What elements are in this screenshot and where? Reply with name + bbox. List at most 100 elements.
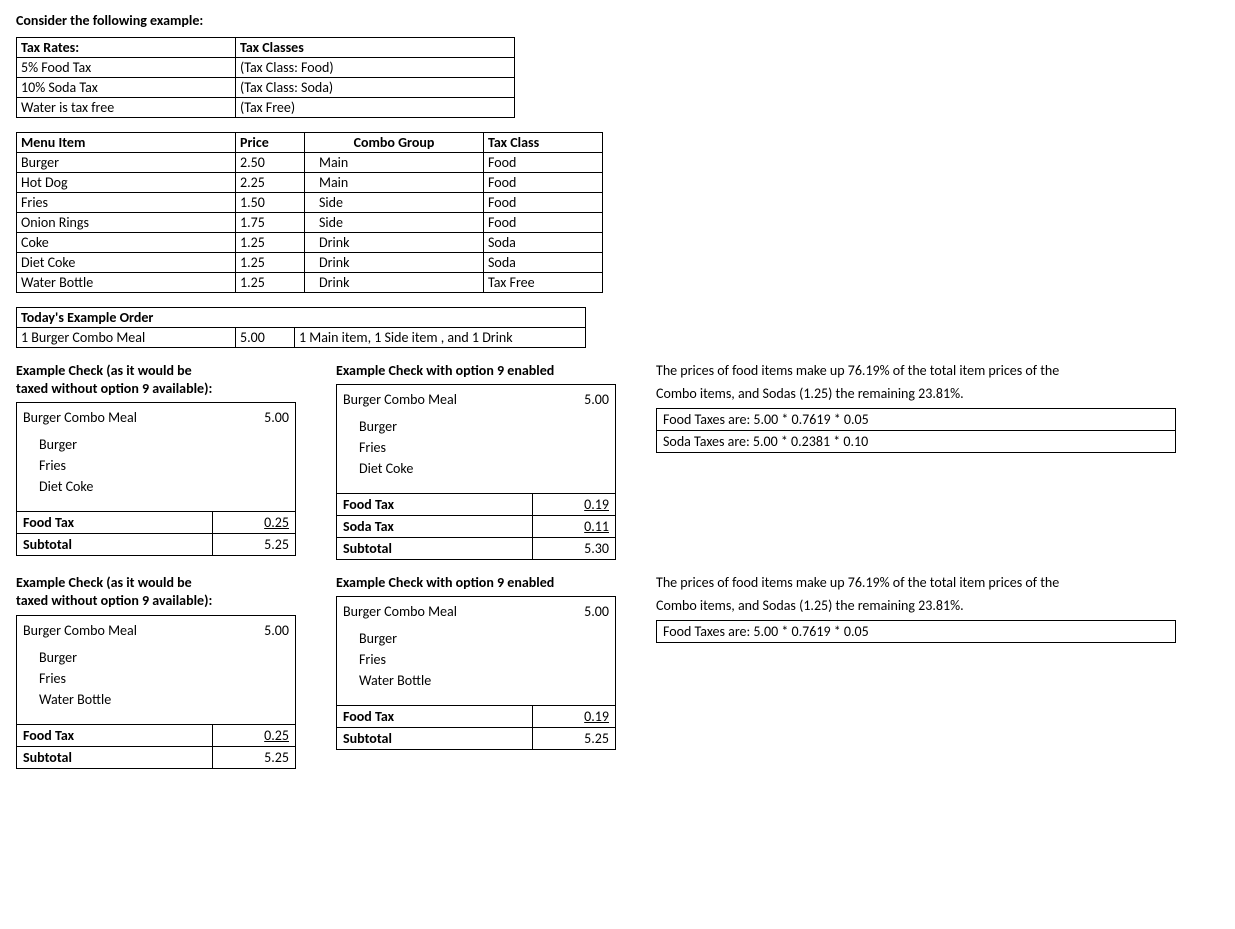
- order-price: 5.00: [236, 328, 295, 348]
- check-block: Example Check with option 9 enabled Burge…: [336, 362, 616, 560]
- tax-rates-table: Tax Rates: Tax Classes 5% Food Tax(Tax C…: [16, 37, 515, 118]
- check-total-row: Subtotal5.25: [17, 534, 296, 556]
- cell-menu-item: Onion Rings: [17, 213, 236, 233]
- cell-combo: Main: [305, 173, 484, 193]
- table-row: Diet Coke1.25DrinkSoda: [17, 253, 603, 273]
- cell-taxclass: Soda: [484, 253, 603, 273]
- table-row: Fries1.50SideFood: [17, 193, 603, 213]
- notes-line: Combo items, and Sodas (1.25) the remain…: [656, 597, 1176, 616]
- order-title: Today's Example Order: [17, 308, 586, 328]
- check-total-amount: 0.25: [213, 512, 296, 534]
- check-subitem: Water Bottle: [23, 689, 289, 710]
- check-item-price: 5.00: [264, 407, 289, 428]
- cell-price: 1.25: [236, 253, 305, 273]
- check-total-label: Soda Tax: [337, 516, 533, 538]
- cell-menu-item: Water Bottle: [17, 273, 236, 293]
- formula-table: Food Taxes are: 5.00 * 0.7619 * 0.05: [656, 620, 1176, 643]
- check-title: Example Check with option 9 enabled: [336, 574, 616, 592]
- check-total-label: Subtotal: [17, 534, 213, 556]
- menu-table: Menu Item Price Combo Group Tax Class Bu…: [16, 132, 603, 293]
- cell-combo: Drink: [305, 273, 484, 293]
- check-table: Burger Combo Meal5.00BurgerFriesDiet Cok…: [336, 384, 616, 560]
- check-total-amount: 5.30: [533, 538, 616, 560]
- check-subitem: Diet Coke: [23, 476, 289, 497]
- check-subitem: Fries: [343, 649, 609, 670]
- cell-tax-class: (Tax Class: Soda): [236, 78, 515, 98]
- check-item-name: Burger Combo Meal: [23, 407, 137, 428]
- check-title: Example Check with option 9 enabled: [336, 362, 616, 380]
- th-tax-class: Tax Class: [484, 133, 603, 153]
- cell-combo: Drink: [305, 253, 484, 273]
- check-subitem: Burger: [23, 434, 289, 455]
- cell-taxclass: Soda: [484, 233, 603, 253]
- th-tax-classes: Tax Classes: [236, 38, 515, 58]
- check-total-label: Subtotal: [17, 746, 213, 768]
- notes-line: The prices of food items make up 76.19% …: [656, 574, 1176, 593]
- cell-taxclass: Food: [484, 193, 603, 213]
- cell-tax-rate: 5% Food Tax: [17, 58, 236, 78]
- check-total-label: Food Tax: [337, 494, 533, 516]
- formula-table: Food Taxes are: 5.00 * 0.7619 * 0.05Soda…: [656, 408, 1176, 453]
- cell-combo: Drink: [305, 233, 484, 253]
- formula-cell: Food Taxes are: 5.00 * 0.7619 * 0.05: [657, 620, 1176, 642]
- cell-taxclass: Food: [484, 213, 603, 233]
- check-total-row: Food Tax0.19: [337, 494, 616, 516]
- th-tax-rates: Tax Rates:: [17, 38, 236, 58]
- check-total-amount: 5.25: [213, 746, 296, 768]
- th-price: Price: [236, 133, 305, 153]
- cell-menu-item: Hot Dog: [17, 173, 236, 193]
- notes-line: Combo items, and Sodas (1.25) the remain…: [656, 385, 1176, 404]
- check-block: Example Check (as it would betaxed witho…: [16, 362, 296, 556]
- cell-taxclass: Food: [484, 153, 603, 173]
- check-subitem: Diet Coke: [343, 458, 609, 479]
- table-row: 10% Soda Tax(Tax Class: Soda): [17, 78, 515, 98]
- check-total-amount: 0.19: [533, 706, 616, 728]
- th-combo-group: Combo Group: [305, 133, 484, 153]
- check-title: Example Check (as it would betaxed witho…: [16, 574, 296, 610]
- check-subitem: Burger: [343, 416, 609, 437]
- check-item-name: Burger Combo Meal: [343, 601, 457, 622]
- notes-line: The prices of food items make up 76.19% …: [656, 362, 1176, 381]
- check-total-row: Food Tax0.25: [17, 512, 296, 534]
- formula-cell: Food Taxes are: 5.00 * 0.7619 * 0.05: [657, 408, 1176, 430]
- check-total-row: Food Tax0.19: [337, 706, 616, 728]
- notes-block: The prices of food items make up 76.19% …: [656, 362, 1176, 453]
- cell-tax-rate: Water is tax free: [17, 98, 236, 118]
- check-item-price: 5.00: [264, 620, 289, 641]
- check-total-amount: 0.25: [213, 724, 296, 746]
- cell-combo: Main: [305, 153, 484, 173]
- check-total-amount: 5.25: [213, 534, 296, 556]
- check-table: Burger Combo Meal5.00BurgerFriesDiet Cok…: [16, 402, 296, 556]
- cell-price: 1.50: [236, 193, 305, 213]
- cell-tax-rate: 10% Soda Tax: [17, 78, 236, 98]
- cell-price: 1.25: [236, 233, 305, 253]
- cell-price: 1.25: [236, 273, 305, 293]
- check-total-row: Soda Tax0.11: [337, 516, 616, 538]
- cell-menu-item: Coke: [17, 233, 236, 253]
- order-name: 1 Burger Combo Meal: [17, 328, 236, 348]
- check-total-amount: 0.19: [533, 494, 616, 516]
- cell-price: 2.25: [236, 173, 305, 193]
- cell-menu-item: Burger: [17, 153, 236, 173]
- check-block: Example Check (as it would betaxed witho…: [16, 574, 296, 768]
- th-menu-item: Menu Item: [17, 133, 236, 153]
- check-table: Burger Combo Meal5.00BurgerFriesWater Bo…: [336, 596, 616, 750]
- check-subitem: Fries: [23, 668, 289, 689]
- cell-tax-class: (Tax Class: Food): [236, 58, 515, 78]
- check-subitem: Burger: [343, 628, 609, 649]
- cell-taxclass: Tax Free: [484, 273, 603, 293]
- cell-menu-item: Fries: [17, 193, 236, 213]
- table-row: Water Bottle1.25DrinkTax Free: [17, 273, 603, 293]
- cell-combo: Side: [305, 213, 484, 233]
- check-total-amount: 0.11: [533, 516, 616, 538]
- formula-cell: Soda Taxes are: 5.00 * 0.2381 * 0.10: [657, 430, 1176, 452]
- notes-block: The prices of food items make up 76.19% …: [656, 574, 1176, 643]
- cell-combo: Side: [305, 193, 484, 213]
- page-heading: Consider the following example:: [16, 12, 1219, 29]
- table-row: Onion Rings1.75SideFood: [17, 213, 603, 233]
- table-row: Water is tax free(Tax Free): [17, 98, 515, 118]
- check-total-label: Food Tax: [337, 706, 533, 728]
- check-subitem: Fries: [343, 437, 609, 458]
- check-total-row: Subtotal5.25: [17, 746, 296, 768]
- check-total-label: Food Tax: [17, 512, 213, 534]
